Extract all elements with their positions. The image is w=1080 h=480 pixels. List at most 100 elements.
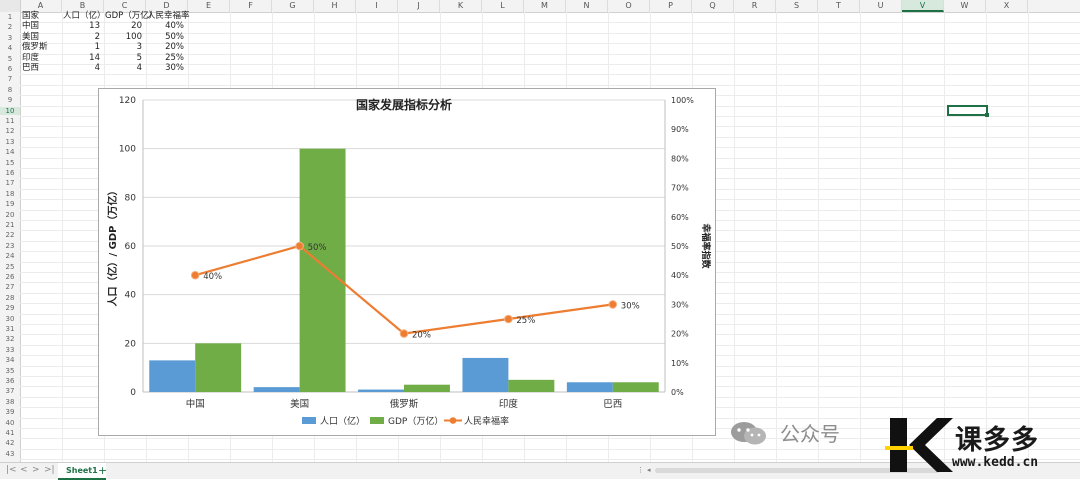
data-cell[interactable]: 30% [147,63,184,73]
row-header-25[interactable]: 25 [0,263,20,271]
data-cell[interactable]: 40% [147,21,184,31]
column-header-t[interactable]: T [818,0,860,12]
active-cell-cursor[interactable] [947,105,988,116]
row-header-16[interactable]: 16 [0,169,20,177]
line-point [504,314,513,324]
scroll-left-icon[interactable]: ⋮ [637,466,644,474]
column-header-v[interactable]: V [902,0,944,12]
combo-chart[interactable]: 0 20 40 60 80 100 120 0% 10% 20% 30% 40% 50% 60% 70% 80… [98,88,716,436]
data-cell[interactable]: 20% [147,42,184,52]
data-cell[interactable]: 20 [105,21,142,31]
column-header-p[interactable]: P [650,0,692,12]
column-header-g[interactable]: G [272,0,314,12]
column-header-m[interactable]: M [524,0,566,12]
row-header-5[interactable]: 5 [0,55,20,63]
fill-handle[interactable] [985,113,989,117]
row-header-36[interactable]: 36 [0,377,20,385]
header-cell[interactable]: 国家 [22,11,39,21]
data-cell[interactable]: 100 [105,32,142,42]
column-header-n[interactable]: N [566,0,608,12]
data-cell[interactable]: 13 [63,21,100,31]
row-header-23[interactable]: 23 [0,242,20,250]
header-cell[interactable]: 人民幸福率 [147,11,190,21]
data-cell[interactable]: 50% [147,32,184,42]
row-header-32[interactable]: 32 [0,335,20,343]
column-header-w[interactable]: W [944,0,986,12]
row-header-4[interactable]: 4 [0,44,20,52]
row-header-43[interactable]: 43 [0,450,20,458]
data-label: 20% [412,331,431,341]
row-header-21[interactable]: 21 [0,221,20,229]
row-header-39[interactable]: 39 [0,408,20,416]
data-cell[interactable]: 俄罗斯 [22,42,48,52]
row-header-10[interactable]: 10 [0,106,20,115]
column-header-f[interactable]: F [230,0,272,12]
row-header-12[interactable]: 12 [0,127,20,135]
data-cell[interactable]: 5 [105,53,142,63]
row-header-28[interactable]: 28 [0,294,20,302]
scroll-arrow-icon[interactable]: ◂ [647,466,651,474]
data-cell[interactable]: 巴西 [22,63,39,73]
row-header-8[interactable]: 8 [0,86,20,94]
data-cell[interactable]: 中国 [22,21,39,31]
row-header-9[interactable]: 9 [0,96,20,104]
row-header-18[interactable]: 18 [0,190,20,198]
row-header-27[interactable]: 27 [0,283,20,291]
row-header-26[interactable]: 26 [0,273,20,281]
column-header-s[interactable]: S [776,0,818,12]
column-header-u[interactable]: U [860,0,902,12]
column-header-k[interactable]: K [440,0,482,12]
row-header-34[interactable]: 34 [0,356,20,364]
row-header-2[interactable]: 2 [0,23,20,31]
column-header-o[interactable]: O [608,0,650,12]
row-header-19[interactable]: 19 [0,200,20,208]
row-header-38[interactable]: 38 [0,398,20,406]
last-sheet-button[interactable]: >| [44,465,55,475]
row-header-11[interactable]: 11 [0,117,20,125]
row-header-13[interactable]: 13 [0,138,20,146]
row-header-17[interactable]: 17 [0,179,20,187]
row-header-29[interactable]: 29 [0,304,20,312]
row-header-42[interactable]: 42 [0,439,20,447]
row-header-35[interactable]: 35 [0,367,20,375]
column-header-q[interactable]: Q [692,0,734,12]
row-header-7[interactable]: 7 [0,75,20,83]
row-header-37[interactable]: 37 [0,387,20,395]
data-cell[interactable]: 25% [147,53,184,63]
column-header-j[interactable]: J [398,0,440,12]
row-header-33[interactable]: 33 [0,346,20,354]
row-header-3[interactable]: 3 [0,34,20,42]
data-cell[interactable]: 3 [105,42,142,52]
row-header-20[interactable]: 20 [0,211,20,219]
bar-population [462,357,509,392]
row-header-14[interactable]: 14 [0,148,20,156]
column-header-r[interactable]: R [734,0,776,12]
header-cell[interactable]: 人口（亿） [63,11,106,21]
column-header-x[interactable]: X [986,0,1028,12]
row-header-6[interactable]: 6 [0,65,20,73]
row-header-40[interactable]: 40 [0,419,20,427]
prev-sheet-button[interactable]: < [20,465,28,475]
data-cell[interactable]: 14 [63,53,100,63]
row-header-24[interactable]: 24 [0,252,20,260]
column-header-l[interactable]: L [482,0,524,12]
column-header-i[interactable]: I [356,0,398,12]
row-header-1[interactable]: 1 [0,13,20,21]
data-cell[interactable]: 4 [63,63,100,73]
add-sheet-button[interactable]: + [98,464,107,477]
data-cell[interactable]: 4 [105,63,142,73]
data-cell[interactable]: 美国 [22,32,39,42]
row-header-30[interactable]: 30 [0,315,20,323]
next-sheet-button[interactable]: > [32,465,40,475]
row-header-41[interactable]: 41 [0,429,20,437]
data-cell[interactable]: 2 [63,32,100,42]
column-header-h[interactable]: H [314,0,356,12]
row-header-15[interactable]: 15 [0,159,20,167]
column-header-e[interactable]: E [188,0,230,12]
first-sheet-button[interactable]: |< [6,465,17,475]
data-cell[interactable]: 印度 [22,53,39,63]
data-cell[interactable]: 1 [63,42,100,52]
row-header-22[interactable]: 22 [0,231,20,239]
row-header-31[interactable]: 31 [0,325,20,333]
column-gridline [944,12,945,462]
